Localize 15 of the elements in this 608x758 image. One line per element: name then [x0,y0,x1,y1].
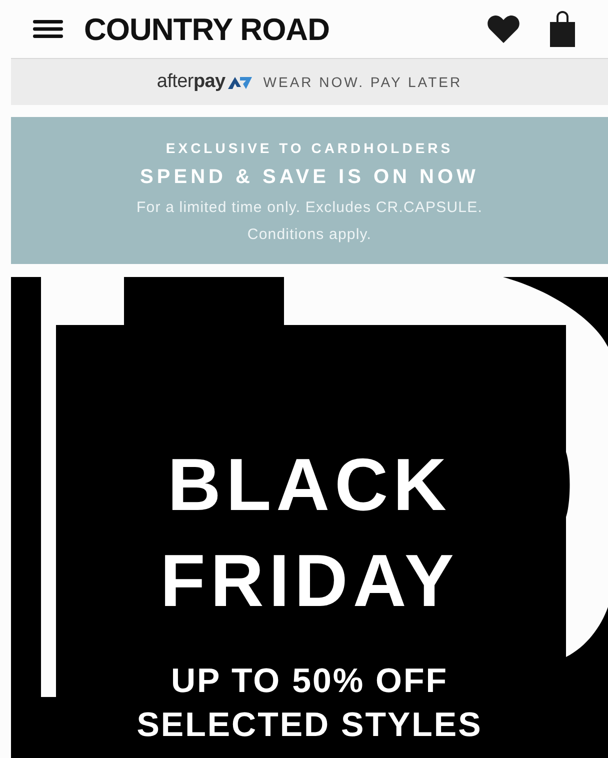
hero-subtitle: UP TO 50% OFF [170,661,448,702]
promo-eyebrow: EXCLUSIVE TO CARDHOLDERS [166,139,454,157]
promo-details-line: Conditions apply. [247,225,372,245]
shopping-bag-icon[interactable] [550,11,575,47]
hero-title: FRIDAY [160,538,459,624]
afterpay-tagline: WEAR NOW. PAY LATER [263,72,462,92]
promo-headline: SPEND & SAVE IS ON NOW [140,165,479,189]
promo-details-line: For a limited time only. Excludes CR.CAPSULE. [136,198,482,218]
afterpay-arrows-icon [227,74,254,90]
hero-subtitle: SELECTED STYLES [136,705,482,746]
hero-title: BLACK [168,442,452,528]
menu-icon[interactable] [33,20,63,38]
brand-logo[interactable]: COUNTRY ROAD [84,14,330,44]
afterpay-logo: afterpay [156,70,226,94]
heart-icon[interactable] [487,15,520,43]
